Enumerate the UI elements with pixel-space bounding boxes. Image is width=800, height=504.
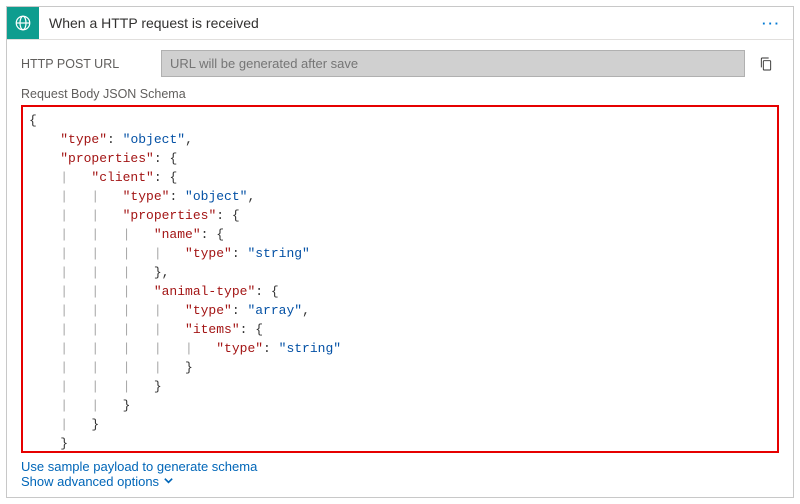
footer-links: Use sample payload to generate schema Sh… [21, 459, 779, 489]
card-body: HTTP POST URL Request Body JSON Schema {… [7, 40, 793, 497]
http-post-url-input[interactable] [161, 50, 745, 77]
schema-label: Request Body JSON Schema [21, 87, 779, 101]
chevron-down-icon [163, 474, 174, 489]
show-advanced-options-label: Show advanced options [21, 474, 159, 489]
trigger-card: When a HTTP request is received ··· HTTP… [6, 6, 794, 498]
url-row: HTTP POST URL [21, 50, 779, 77]
card-title: When a HTTP request is received [39, 15, 750, 31]
http-trigger-icon [7, 7, 39, 39]
card-header[interactable]: When a HTTP request is received ··· [7, 7, 793, 40]
copy-icon [758, 55, 774, 73]
url-label: HTTP POST URL [21, 57, 161, 71]
use-sample-payload-link[interactable]: Use sample payload to generate schema [21, 459, 257, 474]
more-menu-button[interactable]: ··· [750, 16, 793, 31]
schema-textarea[interactable]: { "type": "object", "properties": { | "c… [21, 105, 779, 453]
show-advanced-options-link[interactable]: Show advanced options [21, 474, 174, 489]
copy-url-button[interactable] [753, 51, 779, 77]
